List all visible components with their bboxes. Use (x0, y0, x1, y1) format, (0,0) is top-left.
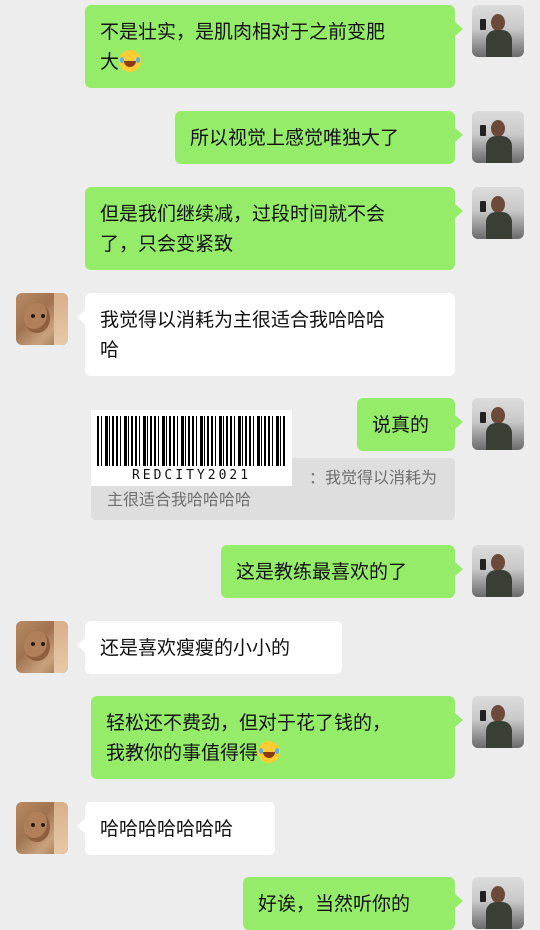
grin-sweat-emoji-icon (258, 741, 281, 763)
my-avatar[interactable] (472, 5, 524, 57)
my-avatar[interactable] (472, 696, 524, 748)
message-line: 了，只会变紧致 (100, 233, 234, 255)
message-line: 所以视觉上感觉唯独大了 (190, 127, 400, 149)
message-bubble-10[interactable]: 好诶，当然听你的 (243, 877, 455, 930)
bubble-tail (455, 415, 463, 429)
bubble-tail (455, 713, 463, 727)
message-bubble-4[interactable]: 我觉得以消耗为主很适合我哈哈哈 哈 (85, 293, 455, 376)
message-line: 不是壮实，是肌肉相对于之前变肥 (100, 21, 386, 43)
message-line: 我觉得以消耗为主很适合我哈哈哈 (100, 309, 386, 331)
message-line: 还是喜欢瘦瘦的小小的 (100, 637, 291, 659)
quoted-line: 主很适合我哈哈哈哈 (107, 490, 252, 509)
message-bubble-3[interactable]: 但是我们继续减，过段时间就不会 了，只会变紧致 (85, 187, 455, 270)
message-bubble-8[interactable]: 轻松还不费劲，但对于花了钱的， 我教你的事值得得 (91, 696, 455, 779)
barcode-watermark: REDCITY2021 (91, 410, 292, 486)
bubble-tail (455, 204, 463, 218)
message-bubble-5[interactable]: 说真的 (357, 398, 455, 451)
message-bubble-2[interactable]: 所以视觉上感觉唯独大了 (175, 111, 455, 164)
barcode-bars (97, 416, 286, 466)
bubble-tail (455, 22, 463, 36)
bubble-tail (455, 128, 463, 142)
bubble-tail (77, 819, 85, 833)
message-line: 我教你的事值得得 (106, 738, 440, 768)
message-line: 轻松还不费劲，但对于花了钱的， (106, 712, 392, 734)
contact-avatar[interactable] (16, 802, 68, 854)
message-line: 说真的 (372, 414, 430, 436)
grin-sweat-emoji-icon (119, 50, 142, 72)
bubble-tail (77, 310, 85, 324)
message-bubble-9[interactable]: 哈哈哈哈哈哈哈 (85, 802, 275, 855)
message-bubble-1[interactable]: 不是壮实，是肌肉相对于之前变肥 大 (85, 5, 455, 88)
my-avatar[interactable] (472, 187, 524, 239)
message-line: 但是我们继续减，过段时间就不会 (100, 203, 386, 225)
my-avatar[interactable] (472, 111, 524, 163)
my-avatar[interactable] (472, 545, 524, 597)
message-line: 哈 (100, 339, 120, 361)
contact-avatar[interactable] (16, 293, 68, 345)
bubble-tail (455, 894, 463, 908)
my-avatar[interactable] (472, 877, 524, 929)
message-line: 大 (100, 47, 440, 77)
contact-avatar[interactable] (16, 621, 68, 673)
message-line: 这是教练最喜欢的了 (236, 561, 408, 583)
barcode-code: REDCITY2021 (131, 468, 252, 483)
message-line: 哈哈哈哈哈哈哈 (100, 818, 234, 840)
bubble-tail (455, 562, 463, 576)
message-bubble-6[interactable]: 这是教练最喜欢的了 (221, 545, 455, 598)
my-avatar[interactable] (472, 398, 524, 450)
bubble-tail (77, 638, 85, 652)
message-bubble-7[interactable]: 还是喜欢瘦瘦的小小的 (85, 621, 342, 674)
message-line: 好诶，当然听你的 (258, 893, 411, 915)
